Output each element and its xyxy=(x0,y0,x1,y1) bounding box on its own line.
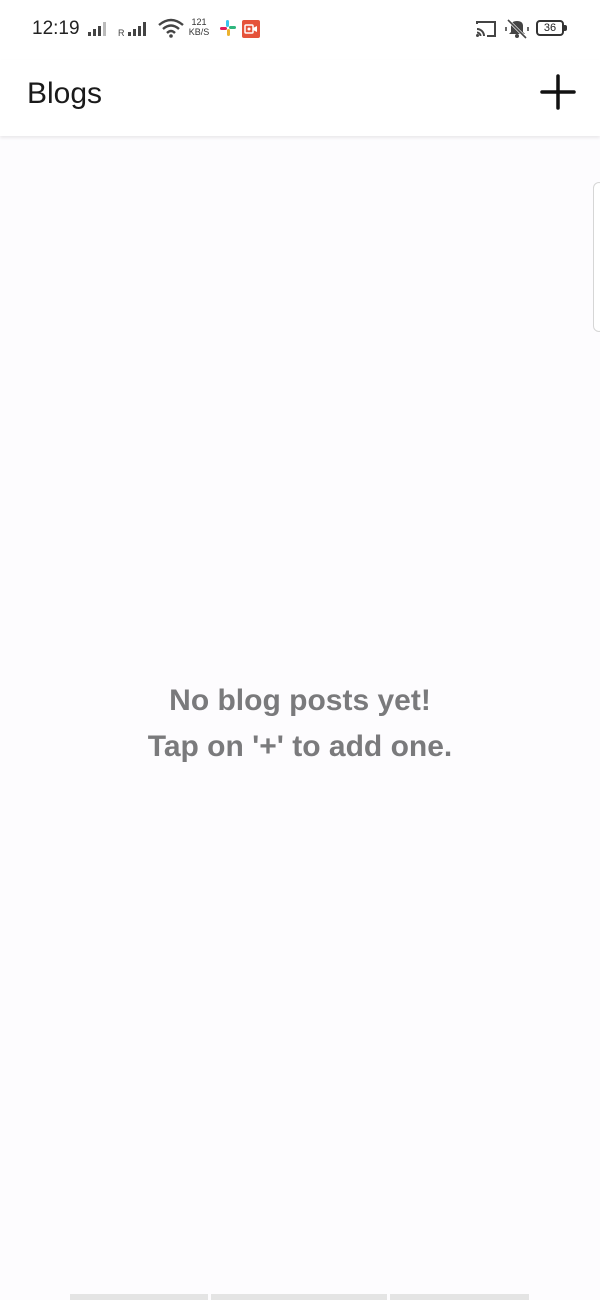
vibrate-mute-icon xyxy=(505,18,529,40)
gesture-bar-segment xyxy=(211,1294,387,1300)
cast-icon xyxy=(476,21,496,37)
status-time: 12:19 xyxy=(32,18,80,39)
signal-icon xyxy=(88,20,106,36)
empty-state-line-1: No blog posts yet! xyxy=(169,684,431,717)
slack-icon xyxy=(220,20,236,36)
signal-icon xyxy=(128,20,146,36)
screen-record-icon xyxy=(242,20,260,38)
empty-state-message: No blog posts yet! Tap on '+' to add one… xyxy=(0,678,600,770)
scroll-handle[interactable] xyxy=(593,182,600,332)
add-post-button[interactable] xyxy=(536,70,580,114)
app-bar: Blogs xyxy=(0,60,600,136)
wifi-icon xyxy=(158,18,184,38)
network-speed: 121 KB/S xyxy=(188,17,210,37)
page-title: Blogs xyxy=(27,77,103,110)
battery-icon: 36 xyxy=(536,20,567,36)
status-bar: 12:19 R 121 KB/S 36 xyxy=(0,0,600,60)
gesture-bar-segment xyxy=(390,1294,529,1300)
empty-state-line-2: Tap on '+' to add one. xyxy=(147,730,453,763)
plus-icon xyxy=(540,74,576,110)
roaming-label: R xyxy=(118,28,125,38)
gesture-bar-segment xyxy=(70,1294,208,1300)
